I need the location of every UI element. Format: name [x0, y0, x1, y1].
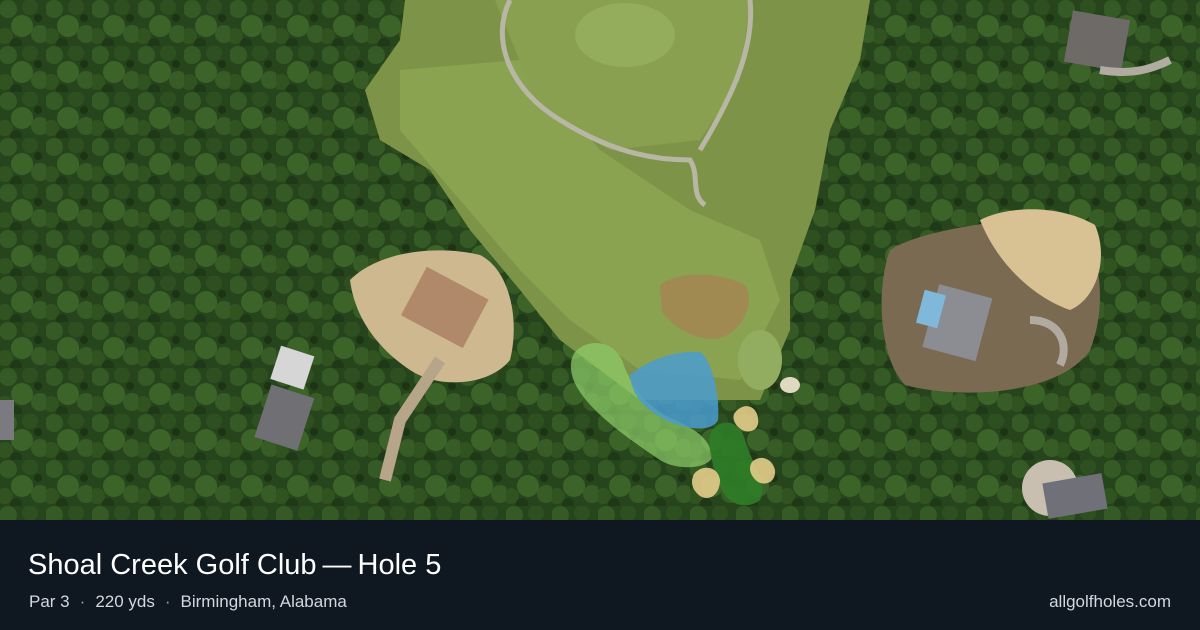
hole-number: Hole 5 [357, 549, 442, 581]
title-separator: — [322, 549, 352, 581]
meta-dot: · [164, 592, 171, 611]
info-footer: Shoal Creek Golf Club — Hole 5 Par 3 · 220 y… [0, 520, 1200, 630]
house-roof [1063, 10, 1131, 72]
meta-dot: · [79, 592, 86, 611]
house-roof [0, 400, 14, 440]
aerial-map [0, 0, 1200, 520]
adjacent-green [738, 330, 782, 390]
location-value: Birmingham, Alabama [180, 592, 347, 611]
previous-hole-green [575, 3, 675, 67]
site-link[interactable]: allgolfholes.com [1049, 591, 1171, 613]
hole-title: Shoal Creek Golf Club — Hole 5 [28, 548, 441, 582]
club-name: Shoal Creek Golf Club [28, 549, 317, 581]
hole-meta: Par 3 · 220 yds · Birmingham, Alabama [29, 591, 347, 613]
par-value: Par 3 [29, 592, 70, 611]
aerial-map-svg [0, 0, 1200, 520]
adjacent-bunker [780, 377, 800, 393]
yardage-value: 220 yds [95, 592, 155, 611]
